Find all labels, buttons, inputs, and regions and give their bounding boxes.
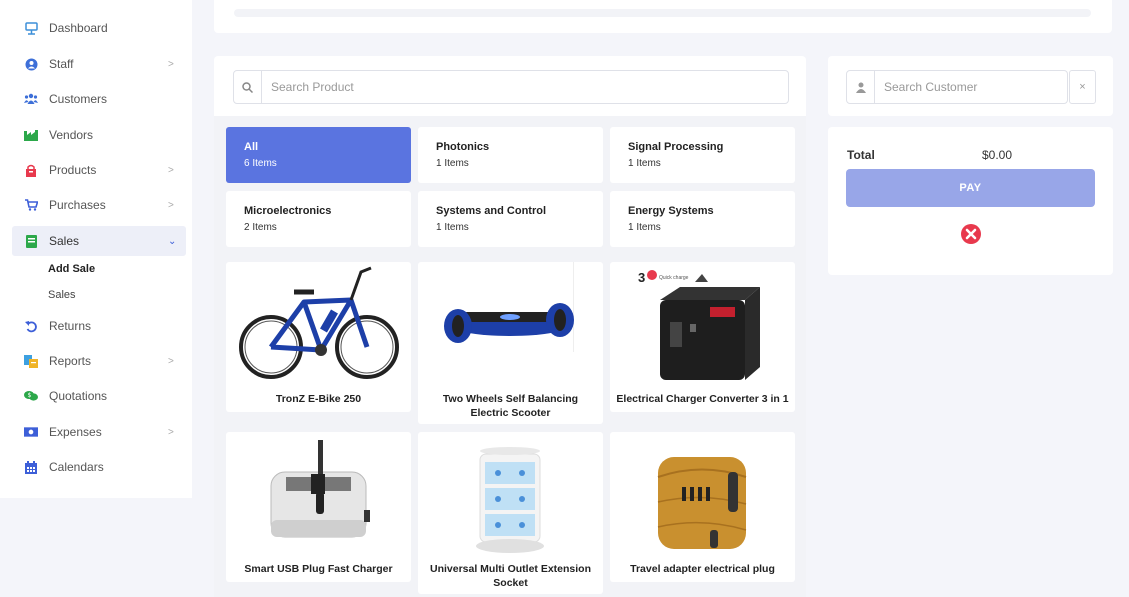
sidebar: Dashboard Staff > Customers Vendors Prod…: [0, 0, 192, 498]
sidebar-subitem-add-sale[interactable]: Add Sale: [48, 263, 95, 275]
sidebar-item-returns[interactable]: Returns: [0, 311, 192, 341]
usb-charger-image: [270, 440, 370, 538]
sidebar-item-products[interactable]: Products >: [0, 155, 192, 185]
svg-text:3: 3: [638, 270, 645, 285]
category-card-photonics[interactable]: Photonics 1 Items: [418, 127, 603, 183]
dashboard-icon: [24, 21, 38, 35]
calendar-icon: [24, 460, 38, 474]
sidebar-item-vendors[interactable]: Vendors: [0, 120, 192, 150]
category-card-microelectronics[interactable]: Microelectronics 2 Items: [226, 191, 411, 247]
product-panel: All 6 Items Photonics 1 Items Signal Pro…: [214, 56, 806, 597]
cart-total-panel: Total $0.00 PAY: [828, 127, 1113, 275]
sidebar-item-customers[interactable]: Customers: [0, 84, 192, 114]
cart-icon: [24, 198, 38, 212]
undo-icon: [24, 319, 38, 333]
sidebar-item-reports[interactable]: Reports >: [0, 346, 192, 376]
wood-adapter-image: [657, 457, 747, 549]
product-search-header: [214, 56, 806, 116]
sidebar-item-sales[interactable]: Sales ⌄: [12, 226, 186, 256]
chevron-right-icon: >: [168, 58, 174, 70]
product-search-input[interactable]: [263, 71, 783, 103]
product-card[interactable]: TronZ E-Bike 250: [226, 262, 411, 412]
product-card[interactable]: 3 Quick charge Electrical Charger Conver…: [610, 262, 795, 412]
svg-text:$: $: [28, 392, 32, 399]
sidebar-item-expenses[interactable]: Expenses >: [0, 417, 192, 447]
sidebar-item-staff[interactable]: Staff >: [0, 49, 192, 79]
money-bill-icon: [24, 425, 38, 439]
product-card[interactable]: Smart USB Plug Fast Charger: [226, 432, 411, 582]
category-card-signal-processing[interactable]: Signal Processing 1 Items: [610, 127, 795, 183]
sidebar-item-calendars[interactable]: Calendars: [0, 452, 192, 482]
power-tower-image: [476, 447, 544, 553]
comments-dollar-icon: $: [24, 389, 38, 403]
category-card-energy-systems[interactable]: Energy Systems 1 Items: [610, 191, 795, 247]
product-card[interactable]: Travel adapter electrical plug: [610, 432, 795, 582]
category-card-all[interactable]: All 6 Items: [226, 127, 411, 183]
industry-icon: [24, 128, 38, 142]
chevron-right-icon: >: [168, 355, 174, 367]
user-icon: [847, 71, 875, 103]
users-icon: [24, 92, 38, 106]
pay-button[interactable]: PAY: [846, 169, 1095, 207]
total-label: Total: [847, 148, 875, 162]
chevron-right-icon: >: [168, 199, 174, 211]
cancel-sale-button[interactable]: [961, 224, 981, 244]
travel-charger-image: 3 Quick charge: [638, 270, 760, 380]
product-search-box: [233, 70, 789, 104]
report-icon: [24, 354, 38, 368]
customer-search-input[interactable]: [876, 71, 1066, 103]
sidebar-item-quotations[interactable]: $ Quotations: [0, 381, 192, 411]
hoverboard-image: [444, 262, 574, 352]
product-card[interactable]: Universal Multi Outlet Extension Socket: [418, 432, 603, 594]
clear-customer-button[interactable]: ×: [1069, 70, 1096, 104]
user-icon: [24, 57, 38, 71]
product-card[interactable]: Two Wheels Self Balancing Electric Scoot…: [418, 262, 603, 424]
sidebar-item-purchases[interactable]: Purchases >: [0, 190, 192, 220]
svg-text:Quick charge: Quick charge: [659, 275, 689, 281]
total-value: $0.00: [982, 148, 1013, 162]
box-icon: [24, 163, 38, 177]
receipt-icon: [24, 234, 38, 248]
sidebar-item-dashboard[interactable]: Dashboard: [0, 13, 192, 43]
chevron-right-icon: >: [168, 426, 174, 438]
top-bar-strip: [234, 9, 1091, 17]
chevron-right-icon: >: [168, 164, 174, 176]
chevron-down-icon: ⌄: [168, 235, 177, 247]
customer-panel: ×: [828, 56, 1113, 116]
customer-search-box: [846, 70, 1068, 104]
top-panel: [214, 0, 1112, 33]
sidebar-subitem-sales[interactable]: Sales: [48, 289, 76, 301]
search-icon: [234, 71, 262, 103]
ebike-image: [239, 266, 399, 379]
category-card-systems-and-control[interactable]: Systems and Control 1 Items: [418, 191, 603, 247]
